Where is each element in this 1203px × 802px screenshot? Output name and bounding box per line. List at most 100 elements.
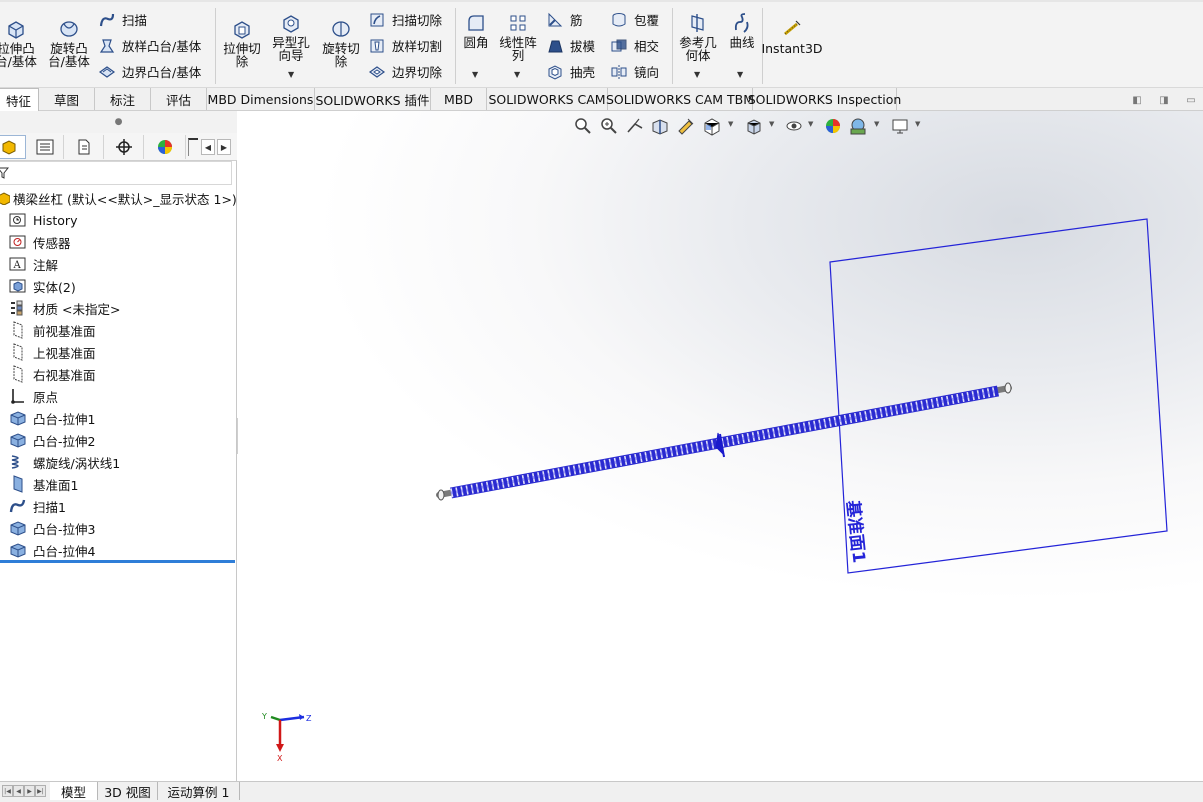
y-axis-line xyxy=(270,715,281,722)
x-axis-label: X xyxy=(277,754,283,763)
tree-item[interactable]: 凸台-拉伸3 xyxy=(8,517,95,539)
datum-plane-label[interactable]: 基准面1 xyxy=(842,498,870,564)
filter-icon[interactable] xyxy=(0,166,9,180)
revolve-cut-button[interactable]: 旋转切 除 xyxy=(318,18,364,68)
instant3d-button[interactable]: Instant3D xyxy=(761,18,823,55)
feature-tree-icon xyxy=(2,140,16,155)
tree-item[interactable]: 材质 <未指定> xyxy=(8,297,120,319)
rib-label: 筋 xyxy=(570,13,583,28)
property-manager-tab[interactable] xyxy=(26,135,64,159)
fillet-icon xyxy=(468,15,484,31)
tab-scroll-right-icon[interactable]: ◨ xyxy=(1157,93,1171,107)
tab-mbd[interactable]: MBD xyxy=(431,88,487,110)
tree-filter-bar[interactable] xyxy=(0,161,232,185)
tree-item[interactable]: 原点 xyxy=(8,385,58,407)
tab-sketch[interactable]: 草图 xyxy=(39,88,95,110)
part-icon xyxy=(0,192,10,205)
tree-item[interactable]: 前视基准面 xyxy=(8,319,96,341)
tree-item-label: 凸台-拉伸3 xyxy=(33,521,96,537)
first-tab-icon[interactable]: |◀ xyxy=(2,785,13,797)
tab-motion-study[interactable]: 运动算例 1 xyxy=(158,782,240,800)
revolve-boss-button[interactable]: 旋转凸 台/基体 xyxy=(44,18,94,68)
boundary-cut-label: 边界切除 xyxy=(392,65,443,80)
panel-grip-handle[interactable]: ● xyxy=(0,111,237,133)
fillet-dropdown[interactable]: ▼ xyxy=(472,70,478,79)
tab-solidworks-addins[interactable]: SOLIDWORKS 插件 xyxy=(315,88,431,110)
reference-geometry-button[interactable]: 参考几 何体 xyxy=(676,12,720,62)
tab-markup[interactable]: 标注 xyxy=(95,88,151,110)
extrude-boss-button[interactable]: 拉伸凸 台/基体 xyxy=(0,18,40,68)
tab-solidworks-inspection[interactable]: SOLIDWORKS Inspection xyxy=(748,88,901,110)
draft-icon xyxy=(548,40,563,52)
tree-item[interactable]: 凸台-拉伸1 xyxy=(8,407,95,429)
bottom-tab-label: 模型 xyxy=(60,784,86,800)
tree-item[interactable]: 凸台-拉伸2 xyxy=(8,429,95,451)
linear-pattern-dropdown[interactable]: ▼ xyxy=(514,70,520,79)
boundary-boss-button[interactable]: 边界凸台/基体 xyxy=(98,62,201,81)
curves-button[interactable]: 曲线 xyxy=(724,12,760,49)
tab-minimize-icon[interactable]: ▭ xyxy=(1184,93,1198,107)
boundary-cut-icon xyxy=(368,65,386,78)
tree-item[interactable]: 基准面1 xyxy=(8,473,78,495)
tree-item[interactable]: 右视基准面 xyxy=(8,363,96,385)
extrude-icon xyxy=(8,519,28,537)
tab-model[interactable]: 模型 xyxy=(50,782,98,800)
ribbon-separator xyxy=(455,8,456,84)
plane-feature-icon xyxy=(8,475,28,493)
hole-wizard-dropdown[interactable]: ▼ xyxy=(288,70,294,79)
prev-tab-icon[interactable]: ◀ xyxy=(13,785,24,797)
curves-dropdown[interactable]: ▼ xyxy=(737,70,743,79)
tree-root-part[interactable]: 横梁丝杠 (默认<<默认>_显示状态 1>) xyxy=(0,188,237,208)
rollback-bar[interactable] xyxy=(0,560,235,563)
next-tab-icon[interactable]: ▶ xyxy=(24,785,35,797)
linear-pattern-button[interactable]: 线性阵 列 xyxy=(496,12,540,62)
tab-features[interactable]: 特征 xyxy=(0,88,39,111)
panel-scroll-left-icon[interactable]: ◀ xyxy=(201,139,215,155)
tree-item[interactable]: 上视基准面 xyxy=(8,341,96,363)
dimxpert-manager-tab[interactable] xyxy=(104,135,144,159)
tab-3d-views[interactable]: 3D 视图 xyxy=(98,782,158,800)
tree-item[interactable]: 螺旋线/涡状线1 xyxy=(8,451,120,473)
sweep-button[interactable]: 扫描 xyxy=(98,10,147,29)
tree-item[interactable]: A 注解 xyxy=(8,253,58,275)
tree-item-label: 材质 <未指定> xyxy=(33,301,121,317)
tree-item[interactable]: 实体(2) xyxy=(8,275,76,297)
intersect-button[interactable]: 相交 xyxy=(610,36,659,55)
panel-scroll-right-icon[interactable]: ▶ xyxy=(217,139,231,155)
reference-geometry-dropdown[interactable]: ▼ xyxy=(694,70,700,79)
mirror-button[interactable]: 镜向 xyxy=(610,62,659,81)
boundary-cut-button[interactable]: 边界切除 xyxy=(368,62,442,81)
tab-solidworks-cam[interactable]: SOLIDWORKS CAM xyxy=(487,88,608,110)
swept-cut-button[interactable]: 扫描切除 xyxy=(368,10,442,29)
appearance-pie-icon xyxy=(157,140,172,154)
fillet-button[interactable]: 圆角 xyxy=(458,12,494,49)
loft-boss-button[interactable]: 放样凸台/基体 xyxy=(98,36,201,55)
feature-manager-tab[interactable] xyxy=(0,135,26,159)
instant3d-icon xyxy=(784,20,801,36)
sweep-icon xyxy=(8,497,28,515)
draft-button[interactable]: 拔模 xyxy=(546,36,595,55)
graphics-viewport[interactable]: ▼ ▼ ▼ ▼ ▼ 基准面1 Y Z X xyxy=(238,111,1203,781)
tree-item[interactable]: 凸台-拉伸4 xyxy=(8,539,95,561)
tree-item[interactable]: 扫描1 xyxy=(8,495,66,517)
tab-label: SOLIDWORKS CAM xyxy=(488,91,606,107)
tab-mbd-dimensions[interactable]: MBD Dimensions xyxy=(207,88,315,110)
shell-button[interactable]: 抽壳 xyxy=(546,62,595,81)
tree-item[interactable]: History xyxy=(8,209,77,231)
tab-solidworks-cam-tbm[interactable]: SOLIDWORKS CAM TBM xyxy=(606,88,754,110)
configuration-manager-tab[interactable] xyxy=(64,135,104,159)
hole-wizard-button[interactable]: 异型孔 向导 xyxy=(268,12,314,62)
y-axis-label: Y xyxy=(261,712,267,721)
last-tab-icon[interactable]: ▶| xyxy=(35,785,46,797)
tab-evaluate[interactable]: 评估 xyxy=(151,88,207,110)
extrude-cut-button[interactable]: 拉伸切 除 xyxy=(218,18,266,68)
rib-button[interactable]: 筋 xyxy=(546,10,583,29)
tree-item[interactable]: 传感器 xyxy=(8,231,71,253)
wrap-button[interactable]: 包覆 xyxy=(610,10,659,29)
bottom-tab-bar: |◀ ◀ ▶ ▶| 模型 3D 视图 运动算例 1 xyxy=(0,781,1203,802)
tab-scroll-left-icon[interactable]: ◧ xyxy=(1130,93,1144,107)
tree-item-label: 原点 xyxy=(33,389,59,405)
display-manager-tab[interactable] xyxy=(144,135,186,159)
tree-item-label: 扫描1 xyxy=(33,499,66,515)
lofted-cut-button[interactable]: 放样切割 xyxy=(368,36,442,55)
